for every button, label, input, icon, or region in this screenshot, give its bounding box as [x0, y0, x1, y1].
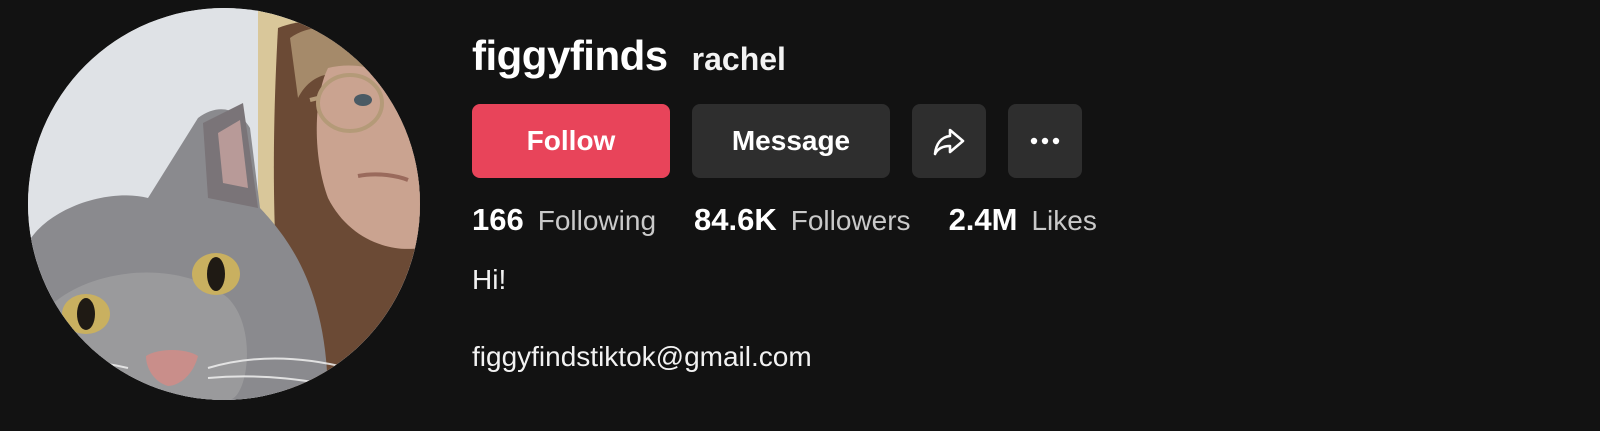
stat-following[interactable]: 166 Following: [472, 202, 656, 238]
stat-followers[interactable]: 84.6K Followers: [694, 202, 911, 238]
follow-button[interactable]: Follow: [472, 104, 670, 178]
following-count: 166: [472, 202, 524, 237]
following-label: Following: [537, 205, 657, 236]
username: figgyfinds: [472, 32, 668, 79]
more-button[interactable]: [1008, 104, 1082, 178]
profile-stats: 166 Following 84.6K Followers 2.4M Likes: [472, 202, 1135, 238]
profile-names: figgyfinds rachel: [472, 32, 786, 80]
profile-actions: Follow Message: [472, 104, 1082, 178]
likes-label: Likes: [1031, 205, 1097, 236]
message-button[interactable]: Message: [692, 104, 890, 178]
display-name: rachel: [691, 41, 786, 77]
profile-email: figgyfindstiktok@gmail.com: [472, 341, 812, 372]
share-icon: [933, 128, 965, 156]
avatar[interactable]: [28, 8, 420, 400]
stat-likes: 2.4M Likes: [949, 202, 1097, 238]
profile-bio: Hi!: [472, 264, 507, 295]
followers-label: Followers: [790, 205, 911, 236]
profile-header: figgyfinds rachel Follow Message 166 Fol…: [0, 0, 1600, 431]
likes-count: 2.4M: [948, 202, 1018, 237]
avatar-photo: [28, 8, 420, 400]
followers-count: 84.6K: [694, 202, 777, 237]
share-button[interactable]: [912, 104, 986, 178]
more-icon: [1030, 137, 1060, 145]
